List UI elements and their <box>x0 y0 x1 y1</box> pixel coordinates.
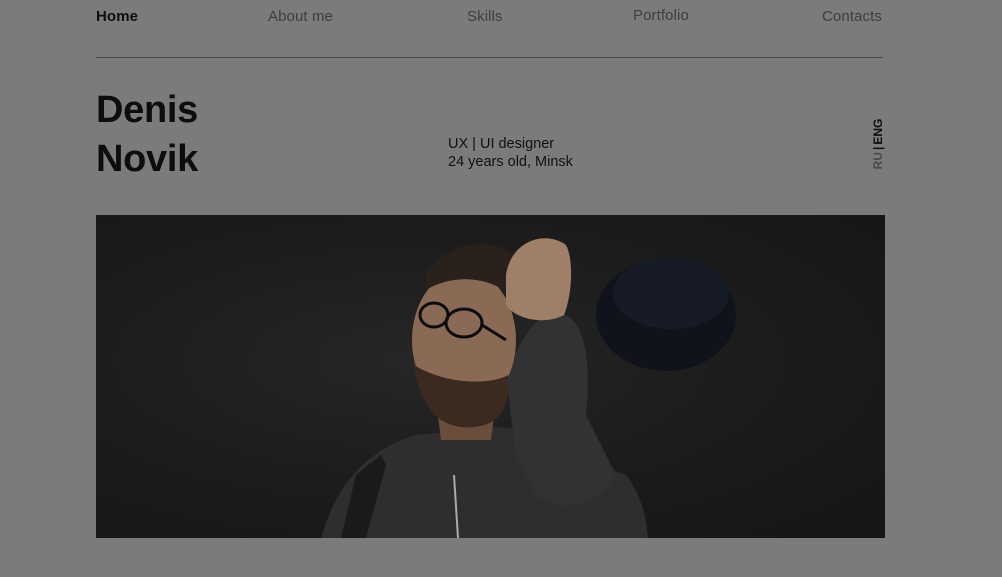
lang-separator: | <box>871 146 885 151</box>
first-name: Denis <box>96 89 198 131</box>
portrait-illustration <box>321 238 736 538</box>
nav-item-portfolio[interactable]: Portfolio <box>633 7 689 24</box>
lang-eng[interactable]: ENG <box>871 119 885 145</box>
hand-shape <box>506 238 572 321</box>
profile-info: UX | UI designer 24 years old, Minsk <box>448 135 573 171</box>
nav-item-home[interactable]: Home <box>96 8 138 25</box>
page-title: Denis Novik <box>96 86 198 184</box>
age-location-text: 24 years old, Minsk <box>448 154 573 170</box>
lang-ru[interactable]: RU <box>871 152 885 169</box>
language-switcher: RU|ENG <box>870 116 886 172</box>
last-name: Novik <box>96 138 198 180</box>
header-divider <box>96 57 883 58</box>
portrait-photo <box>96 215 885 538</box>
nav-item-about-me[interactable]: About me <box>268 8 333 25</box>
portfolio-page: Home About me Skills Portfolio Contacts … <box>0 0 1002 577</box>
role-text: UX | UI designer <box>448 136 555 152</box>
main-nav: Home About me Skills Portfolio Contacts <box>96 7 888 28</box>
nav-item-contacts[interactable]: Contacts <box>822 8 882 25</box>
nav-item-skills[interactable]: Skills <box>467 8 503 25</box>
